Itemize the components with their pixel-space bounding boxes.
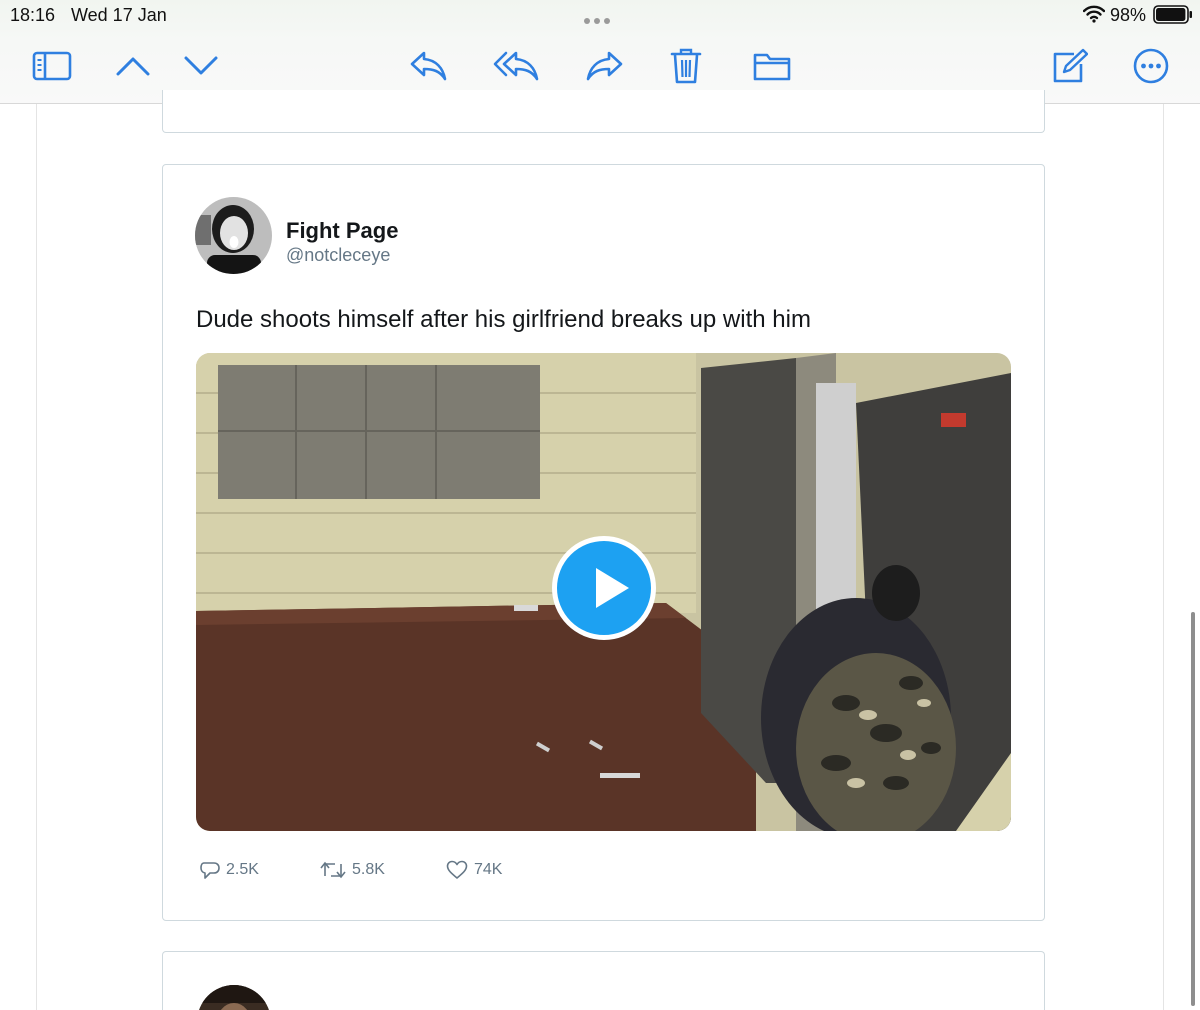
status-date: Wed 17 Jan [71,5,167,25]
chevron-down-icon[interactable] [182,46,220,86]
heart-icon [446,860,468,879]
next-tweet-card[interactable] [162,951,1045,1010]
reply-count: 2.5K [226,861,259,878]
folder-icon[interactable] [752,46,792,86]
comment-icon [200,862,220,879]
chevron-up-icon[interactable] [114,46,152,86]
more-icon[interactable] [1133,46,1169,86]
play-button[interactable] [552,536,656,640]
mail-toolbar: 18:16 Wed 17 Jan 98% [0,0,1200,104]
tweet-card[interactable]: Fight Page @notcleceye Dude shoots himse… [162,164,1045,921]
battery-icon [1153,5,1193,24]
author-handle[interactable]: @notcleceye [286,245,390,266]
author-name[interactable]: Fight Page [286,218,398,244]
retweet-count: 5.8K [352,861,385,878]
trash-icon[interactable] [670,46,702,86]
like-count: 74K [474,861,503,878]
compose-icon[interactable] [1050,46,1088,86]
wifi-icon [1082,5,1106,23]
avatar[interactable] [195,197,272,274]
avatar[interactable] [197,985,271,1010]
tweet-text: Dude shoots himself after his girlfriend… [196,306,811,333]
forward-icon[interactable] [585,46,625,86]
multitasking-dots-icon[interactable] [584,11,618,24]
retweet-icon [320,861,346,879]
reply-icon[interactable] [408,46,448,86]
status-time: 18:16 [10,5,56,25]
battery-percentage: 98% [1110,5,1147,25]
sidebar-icon[interactable] [32,46,72,86]
reply-all-icon[interactable] [492,46,540,86]
like-action[interactable]: 74K [446,855,502,885]
retweet-action[interactable]: 5.8K [320,855,385,885]
previous-tweet-card[interactable] [162,90,1045,133]
scrollbar[interactable] [1191,612,1195,1006]
reply-action[interactable]: 2.5K [200,855,259,885]
video-thumbnail[interactable] [196,353,1011,831]
play-icon [596,568,629,608]
